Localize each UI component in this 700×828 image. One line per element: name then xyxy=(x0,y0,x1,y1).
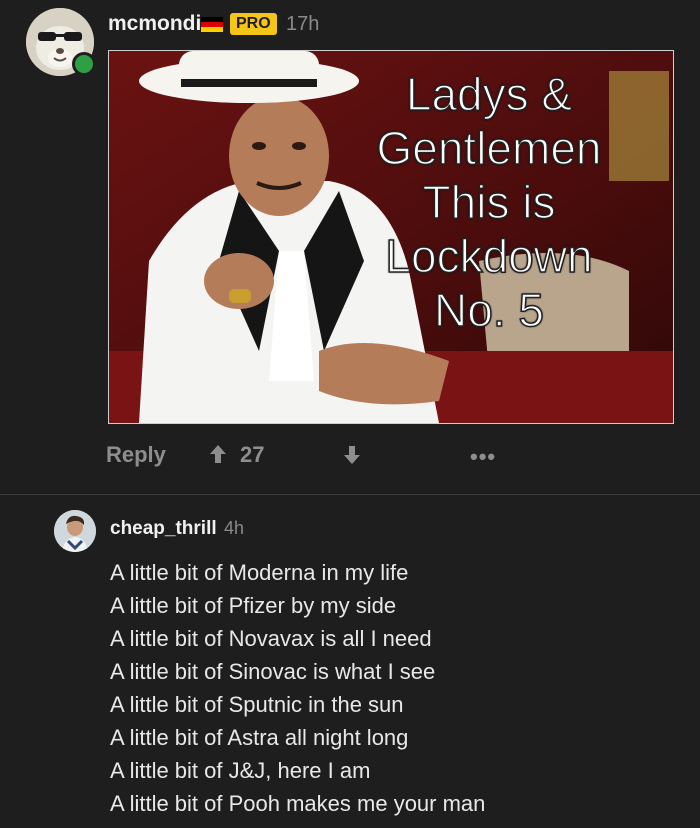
reply-line: A little bit of Moderna in my life xyxy=(110,560,409,585)
reply-line: A little bit of Astra all night long xyxy=(110,725,409,750)
pro-badge: PRO xyxy=(230,13,277,35)
german-flag-icon xyxy=(201,17,223,32)
meme-caption-line: Lockdown xyxy=(385,229,594,283)
online-status-icon xyxy=(72,52,96,76)
post-timestamp: 17h xyxy=(286,13,320,35)
reply-username[interactable]: cheap_thrill xyxy=(110,518,217,540)
vote-count: 27 xyxy=(240,442,265,467)
reply-button[interactable]: Reply xyxy=(106,442,166,468)
meme-caption-line: Gentlemen xyxy=(376,121,603,175)
reply-line: A little bit of Novavax is all I need xyxy=(110,626,432,651)
post-username[interactable]: mcmondi xyxy=(108,12,201,36)
reply-body: A little bit of Moderna in my life A lit… xyxy=(110,556,690,820)
reply-line: A little bit of Sinovac is what I see xyxy=(110,659,436,684)
reply-line: A little bit of Pooh makes me your man xyxy=(110,791,486,816)
reply-line: A little bit of Pfizer by my side xyxy=(110,593,397,618)
person-avatar-icon xyxy=(54,510,96,552)
meme-caption: Ladys & Gentlemen This is Lockdown No. 5 xyxy=(329,67,649,337)
comment-divider xyxy=(0,494,700,495)
meme-image[interactable]: Ladys & Gentlemen This is Lockdown No. 5 xyxy=(108,50,674,424)
reply-timestamp: 4h xyxy=(224,518,245,538)
meme-caption-line: This is xyxy=(422,175,556,229)
meme-caption-line: Ladys & xyxy=(405,67,573,121)
upvote-arrow-icon[interactable] xyxy=(208,444,228,464)
more-options-icon[interactable]: ••• xyxy=(470,444,496,470)
downvote-arrow-icon[interactable] xyxy=(342,445,362,465)
reply-line: A little bit of Sputnic in the sun xyxy=(110,692,404,717)
comment-actions: Reply 27 ••• xyxy=(106,438,666,472)
reply-line: A little bit of J&J, here I am xyxy=(110,758,371,783)
meme-caption-line: No. 5 xyxy=(433,283,544,337)
reply-user-avatar[interactable] xyxy=(54,510,96,552)
